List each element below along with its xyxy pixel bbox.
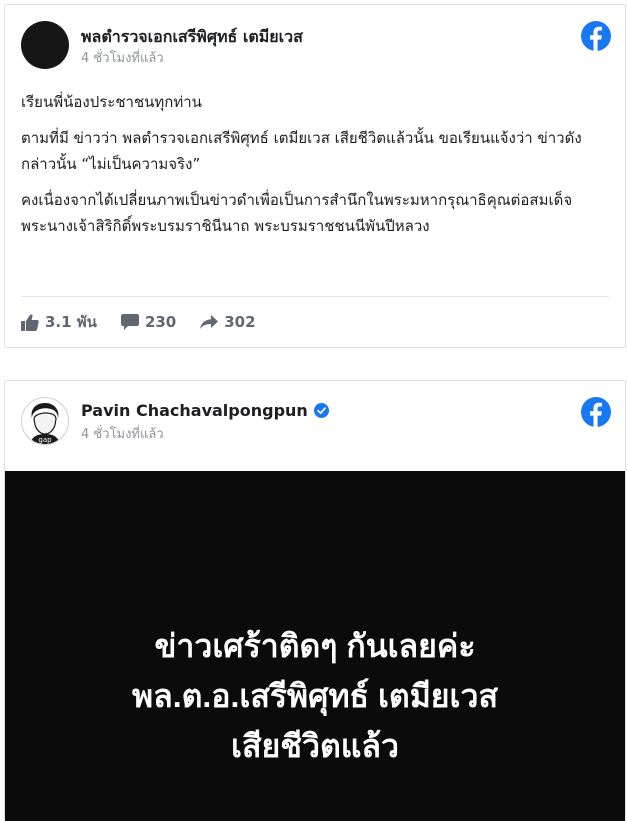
like-count[interactable]: 3.1 พัน — [21, 310, 97, 334]
media-caption-line: ข่าวเศร้าติดๆ กันเลยค่ะ — [154, 628, 476, 664]
verified-badge-icon — [313, 403, 329, 418]
post-body: เรียนพี่น้องประชาชนทุกท่าน ตามที่มี ข่าว… — [21, 89, 605, 249]
share-arrow-icon — [200, 315, 219, 329]
engagement-bar: 3.1 พัน 230 302 — [21, 311, 256, 333]
share-count[interactable]: 302 — [200, 313, 256, 331]
post-card: gap Pavin Chachavalpongpun 4 ชั่วโมงที่แ… — [4, 380, 626, 821]
avatar[interactable]: gap — [21, 397, 69, 445]
avatar[interactable] — [21, 21, 69, 69]
facebook-icon[interactable] — [581, 397, 611, 427]
post-media-image[interactable]: ข่าวเศร้าติดๆ กันเลยค่ะ พล.ต.อ.เสรีพิศุท… — [5, 471, 625, 821]
media-caption-line: พล.ต.อ.เสรีพิศุทธ์ เตมียเวส — [132, 678, 498, 714]
media-caption: ข่าวเศร้าติดๆ กันเลยค่ะ พล.ต.อ.เสรีพิศุท… — [5, 621, 625, 771]
post-timestamp[interactable]: 4 ชั่วโมงที่แล้ว — [81, 423, 164, 444]
post-author-name: Pavin Chachavalpongpun — [81, 401, 308, 420]
avatar-text: gap — [38, 436, 52, 444]
post-author[interactable]: Pavin Chachavalpongpun — [81, 401, 329, 420]
divider — [21, 296, 609, 297]
thumbs-up-icon — [21, 314, 39, 331]
avatar-illustration: gap — [22, 398, 68, 444]
media-caption-line: เสียชีวิตแล้ว — [231, 728, 399, 764]
comment-icon — [120, 314, 139, 330]
comment-count[interactable]: 230 — [120, 313, 177, 331]
post-card: พลตำรวจเอกเสรีพิศุทธ์ เตมียเวส 4 ชั่วโมง… — [4, 4, 626, 348]
share-count-text: 302 — [224, 313, 256, 331]
post-timestamp[interactable]: 4 ชั่วโมงที่แล้ว — [81, 47, 164, 68]
like-count-text: 3.1 พัน — [45, 313, 97, 331]
post-paragraph: เรียนพี่น้องประชาชนทุกท่าน — [21, 93, 202, 111]
post-paragraph: คงเนื่องจากได้เปลี่ยนภาพเป็นข่าวดำเพื่อเ… — [21, 191, 573, 235]
facebook-icon[interactable] — [581, 21, 611, 51]
comment-count-text: 230 — [144, 313, 177, 331]
post-paragraph: ตามที่มี ข่าวว่า พลตำรวจเอกเสรีพิศุทธ์ เ… — [21, 129, 582, 173]
